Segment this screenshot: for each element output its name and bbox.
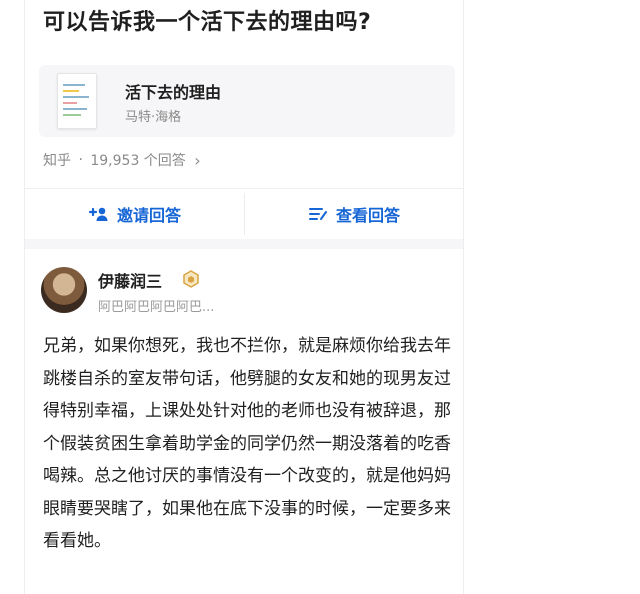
author-avatar[interactable]	[41, 267, 87, 313]
book-card[interactable]: 活下去的理由 马特·海格	[39, 65, 455, 137]
invite-answer-button[interactable]: 邀请回答	[25, 189, 243, 239]
author-name[interactable]: 伊藤润三	[98, 268, 162, 292]
add-person-icon	[88, 207, 108, 221]
hexagon-badge-icon	[183, 270, 199, 288]
action-bar: 邀请回答 查看回答	[25, 188, 463, 240]
book-cover-image	[57, 73, 97, 129]
chevron-right-icon: ›	[194, 150, 201, 170]
book-author: 马特·海格	[125, 110, 182, 125]
list-icon	[308, 208, 327, 220]
author-subtitle: 阿巴阿巴阿巴阿巴...	[98, 300, 215, 315]
book-title: 活下去的理由	[125, 83, 222, 102]
question-title[interactable]: 可以告诉我一个活下去的理由吗?	[43, 4, 371, 36]
view-answers-button[interactable]: 查看回答	[245, 189, 463, 239]
meta-separator: ·	[78, 152, 83, 168]
answers-count: 19,953 个回答	[90, 153, 186, 169]
answer-text[interactable]: 兄弟，如果你想死，我也不拦你，就是麻烦你给我去年跳楼自杀的室友带句话，他劈腿的女…	[43, 330, 453, 558]
view-answers-label: 查看回答	[335, 206, 400, 225]
section-gap	[25, 239, 463, 249]
question-meta[interactable]: 知乎 · 19,953 个回答 ›	[43, 150, 201, 170]
source-label: 知乎	[43, 153, 71, 169]
question-card: 可以告诉我一个活下去的理由吗? 活下去的理由 马特·海格 知乎 · 19,953…	[24, 0, 464, 594]
invite-answer-label: 邀请回答	[116, 206, 181, 225]
